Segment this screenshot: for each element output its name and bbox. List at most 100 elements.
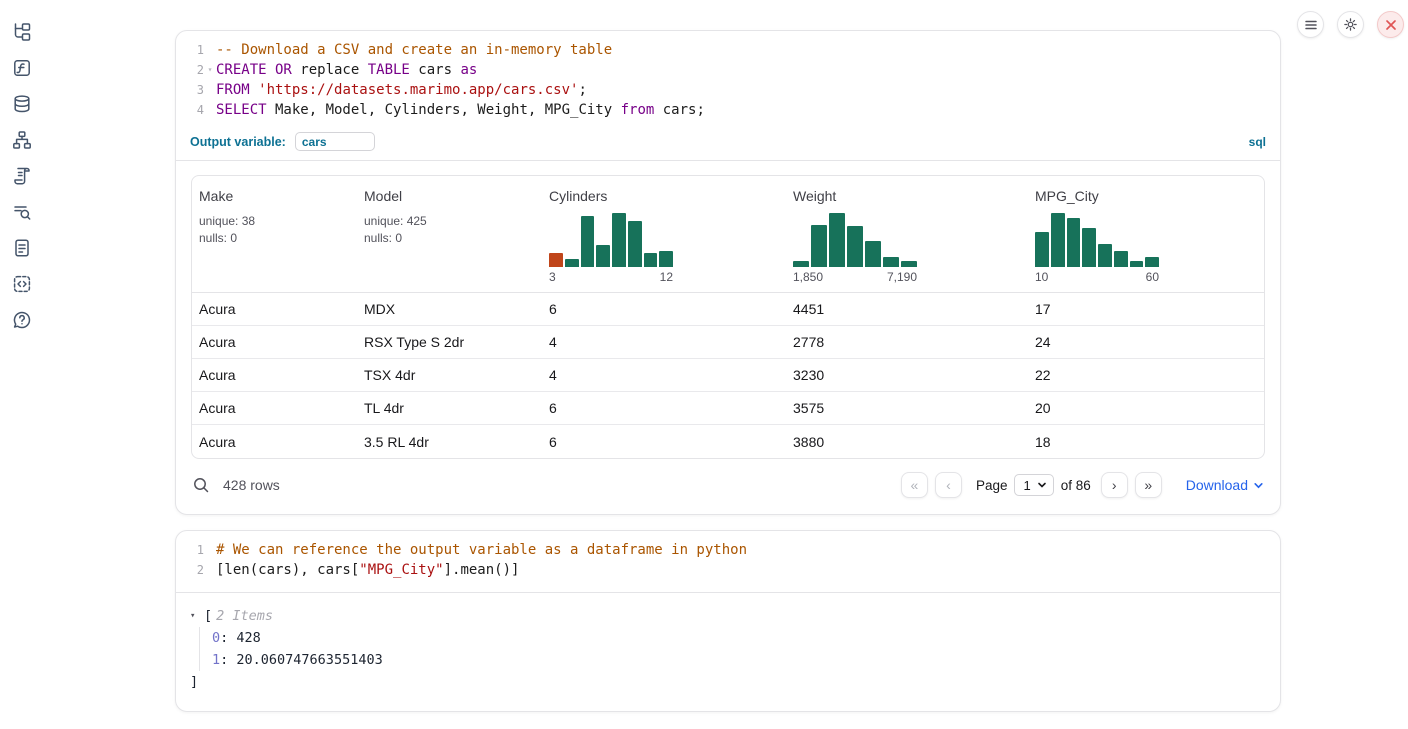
fold-gutter [204, 100, 216, 120]
settings-button[interactable] [1337, 11, 1364, 38]
first-page-button[interactable]: « [901, 472, 928, 498]
line-number: 2 [176, 60, 204, 80]
column-header-mpg_city: MPG_City 1060 [1028, 176, 1264, 292]
histogram-bar [644, 253, 658, 267]
fold-gutter [204, 40, 216, 60]
table-cell: 2778 [786, 334, 1028, 350]
column-name[interactable]: Model [364, 188, 542, 204]
histogram-bar [1114, 251, 1128, 267]
table-cell: 20 [1028, 400, 1264, 416]
code-token: "MPG_City" [359, 560, 443, 580]
column-name[interactable]: MPG_City [1035, 188, 1264, 204]
close-button[interactable] [1377, 11, 1404, 38]
tree-entry-key: 1 [212, 652, 220, 668]
code-token: FROM [216, 80, 250, 100]
code-line: 1-- Download a CSV and create an in-memo… [176, 40, 1280, 60]
column-histogram[interactable]: 1060 [1035, 213, 1159, 284]
page-label: Page [976, 478, 1008, 493]
close-icon [1385, 19, 1397, 31]
sql-code-editor[interactable]: 1-- Download a CSV and create an in-memo… [176, 31, 1280, 128]
code-line: 2[len(cars), cars["MPG_City"].mean()] [176, 560, 1280, 580]
page-select-value: 1 [1023, 478, 1030, 493]
histogram-bar [1145, 257, 1159, 267]
histogram-bar [1067, 218, 1081, 267]
python-code-editor[interactable]: 1 # We can reference the output variable … [176, 531, 1280, 593]
search-icon[interactable] [192, 476, 210, 494]
code-snippet-icon[interactable] [12, 274, 32, 294]
function-icon[interactable] [12, 58, 32, 78]
next-page-button[interactable]: › [1101, 472, 1128, 498]
code-token: CREATE OR [216, 60, 292, 80]
histogram-axis: 312 [549, 270, 673, 284]
database-icon[interactable] [12, 94, 32, 114]
column-header-weight: Weight 1,8507,190 [786, 176, 1028, 292]
column-histogram[interactable]: 312 [549, 213, 673, 284]
file-tree-icon[interactable] [12, 22, 32, 42]
output-variable-input[interactable] [295, 132, 375, 151]
table-header-row: Makeunique: 38nulls: 0Modelunique: 425nu… [192, 176, 1264, 293]
histogram-bar [565, 259, 579, 267]
list-search-icon[interactable] [12, 202, 32, 222]
line-number: 4 [176, 100, 204, 120]
code-token: as [460, 60, 477, 80]
column-name[interactable]: Weight [793, 188, 1028, 204]
tree-entry-value: 20.060747663551403 [236, 652, 382, 668]
fold-chevron-icon[interactable]: ▾ [204, 60, 216, 80]
code-token: 'https://datasets.marimo.app/cars.csv' [258, 80, 578, 100]
code-token: Make, Model, Cylinders, Weight, MPG_City [267, 100, 621, 120]
table-cell: 3.5 RL 4dr [357, 434, 542, 450]
tree-entries: 0: 4281: 20.060747663551403 [199, 627, 1266, 671]
histogram-axis: 1060 [1035, 270, 1159, 284]
table-cell: MDX [357, 301, 542, 317]
column-name[interactable]: Cylinders [549, 188, 786, 204]
output-variable-row: Output variable: sql [176, 128, 1280, 161]
topbar-actions [1297, 11, 1404, 38]
output-variable-label: Output variable: [190, 135, 286, 149]
histogram-bar [549, 253, 563, 267]
code-line: 3FROM 'https://datasets.marimo.app/cars.… [176, 80, 1280, 100]
column-name[interactable]: Make [199, 188, 357, 204]
page-total-label: of 86 [1061, 478, 1091, 493]
histogram-bar [901, 261, 917, 267]
help-icon[interactable] [12, 310, 32, 330]
table-cell: Acura [192, 434, 357, 450]
last-page-button[interactable]: » [1135, 472, 1162, 498]
column-histogram[interactable]: 1,8507,190 [793, 213, 917, 284]
code-token: ; [578, 80, 586, 100]
histogram-bar [628, 221, 642, 267]
collapse-chevron-icon[interactable]: ▾ [190, 605, 204, 627]
fold-gutter [204, 540, 216, 560]
tree-entry: 1: 20.060747663551403 [212, 649, 1266, 671]
menu-button[interactable] [1297, 11, 1324, 38]
page-select[interactable]: 1 [1014, 474, 1053, 496]
line-number: 1 [176, 540, 204, 560]
table-cell: Acura [192, 334, 357, 350]
gear-icon [1343, 17, 1358, 32]
table-cell: 4451 [786, 301, 1028, 317]
code-line: 2▾CREATE OR replace TABLE cars as [176, 60, 1280, 80]
code-token: # We can reference the output variable a… [216, 540, 747, 560]
tree-root: ▾[ 2 Items [190, 605, 1266, 627]
sql-cell: 1-- Download a CSV and create an in-memo… [175, 30, 1281, 515]
code-line: 1 # We can reference the output variable … [176, 540, 1280, 560]
fold-gutter [204, 80, 216, 100]
download-button[interactable]: Download [1186, 477, 1264, 493]
notebook-area: 1-- Download a CSV and create an in-memo… [175, 30, 1281, 712]
table-cell: RSX Type S 2dr [357, 334, 542, 350]
column-header-cylinders: Cylinders 312 [542, 176, 786, 292]
tree-open-bracket: [ [204, 605, 212, 627]
histogram-bar [612, 213, 626, 267]
prev-page-button[interactable]: ‹ [935, 472, 962, 498]
table-row: AcuraTSX 4dr4323022 [192, 359, 1264, 392]
histogram-bar [883, 257, 899, 267]
histogram-bars [549, 213, 673, 267]
table-cell: 18 [1028, 434, 1264, 450]
dependency-graph-icon[interactable] [12, 130, 32, 150]
table-cell: 3880 [786, 434, 1028, 450]
scroll-icon[interactable] [12, 166, 32, 186]
table-cell: 6 [542, 434, 786, 450]
table-cell: 3575 [786, 400, 1028, 416]
histogram-bar [865, 241, 881, 267]
histogram-bar [1130, 261, 1144, 267]
document-icon[interactable] [12, 238, 32, 258]
